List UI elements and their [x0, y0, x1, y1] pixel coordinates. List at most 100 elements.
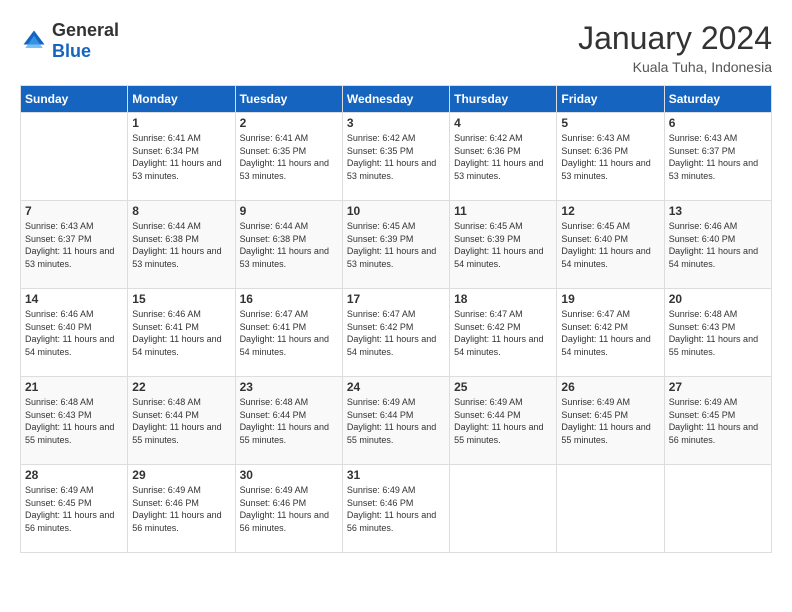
day-info: Sunrise: 6:45 AMSunset: 6:39 PMDaylight:…	[347, 220, 445, 270]
day-number: 30	[240, 468, 338, 482]
calendar-cell: 10Sunrise: 6:45 AMSunset: 6:39 PMDayligh…	[342, 201, 449, 289]
day-info: Sunrise: 6:41 AMSunset: 6:34 PMDaylight:…	[132, 132, 230, 182]
calendar-cell: 11Sunrise: 6:45 AMSunset: 6:39 PMDayligh…	[450, 201, 557, 289]
day-number: 8	[132, 204, 230, 218]
calendar-cell: 29Sunrise: 6:49 AMSunset: 6:46 PMDayligh…	[128, 465, 235, 553]
calendar-cell: 23 Sunrise: 6:48 AMSunset: 6:44 PMDayligh…	[235, 377, 342, 465]
calendar-cell: 20Sunrise: 6:48 AMSunset: 6:43 PMDayligh…	[664, 289, 771, 377]
calendar-cell: 30 Sunrise: 6:49 AMSunset: 6:46 PMDayligh…	[235, 465, 342, 553]
day-info: Sunrise: 6:49 AMSunset: 6:45 PMDaylight:…	[25, 484, 123, 534]
calendar-cell: 13 Sunrise: 6:46 AMSunset: 6:40 PMDayligh…	[664, 201, 771, 289]
day-info: Sunrise: 6:49 AMSunset: 6:45 PMDaylight:…	[669, 396, 767, 446]
calendar-cell: 25 Sunrise: 6:49 AMSunset: 6:44 PMDayligh…	[450, 377, 557, 465]
day-number: 5	[561, 116, 659, 130]
day-info: Sunrise: 6:49 AMSunset: 6:44 PMDaylight:…	[454, 396, 552, 446]
day-number: 6	[669, 116, 767, 130]
calendar-cell: 1 Sunrise: 6:41 AMSunset: 6:34 PMDaylight…	[128, 113, 235, 201]
calendar-week-row: 14 Sunrise: 6:46 AMSunset: 6:40 PMDayligh…	[21, 289, 772, 377]
logo-text: General Blue	[52, 20, 119, 62]
calendar-cell: 7Sunrise: 6:43 AMSunset: 6:37 PMDaylight…	[21, 201, 128, 289]
day-info: Sunrise: 6:47 AMSunset: 6:42 PMDaylight:…	[561, 308, 659, 358]
calendar-cell: 17 Sunrise: 6:47 AMSunset: 6:42 PMDayligh…	[342, 289, 449, 377]
day-number: 24	[347, 380, 445, 394]
weekday-header-row: SundayMondayTuesdayWednesdayThursdayFrid…	[21, 86, 772, 113]
calendar-cell: 9 Sunrise: 6:44 AMSunset: 6:38 PMDaylight…	[235, 201, 342, 289]
calendar-cell: 15Sunrise: 6:46 AMSunset: 6:41 PMDayligh…	[128, 289, 235, 377]
day-info: Sunrise: 6:49 AMSunset: 6:46 PMDaylight:…	[240, 484, 338, 534]
calendar-cell: 8 Sunrise: 6:44 AMSunset: 6:38 PMDaylight…	[128, 201, 235, 289]
calendar-cell: 26 Sunrise: 6:49 AMSunset: 6:45 PMDayligh…	[557, 377, 664, 465]
day-info: Sunrise: 6:47 AMSunset: 6:42 PMDaylight:…	[347, 308, 445, 358]
day-number: 20	[669, 292, 767, 306]
weekday-header-tuesday: Tuesday	[235, 86, 342, 113]
calendar-week-row: 1 Sunrise: 6:41 AMSunset: 6:34 PMDaylight…	[21, 113, 772, 201]
day-number: 12	[561, 204, 659, 218]
day-number: 2	[240, 116, 338, 130]
calendar-cell: 6 Sunrise: 6:43 AMSunset: 6:37 PMDaylight…	[664, 113, 771, 201]
day-info: Sunrise: 6:42 AMSunset: 6:35 PMDaylight:…	[347, 132, 445, 182]
day-info: Sunrise: 6:49 AMSunset: 6:44 PMDaylight:…	[347, 396, 445, 446]
calendar-cell: 14 Sunrise: 6:46 AMSunset: 6:40 PMDayligh…	[21, 289, 128, 377]
weekday-header-wednesday: Wednesday	[342, 86, 449, 113]
calendar-cell: 31Sunrise: 6:49 AMSunset: 6:46 PMDayligh…	[342, 465, 449, 553]
day-info: Sunrise: 6:48 AMSunset: 6:44 PMDaylight:…	[240, 396, 338, 446]
day-info: Sunrise: 6:49 AMSunset: 6:45 PMDaylight:…	[561, 396, 659, 446]
day-info: Sunrise: 6:43 AMSunset: 6:37 PMDaylight:…	[669, 132, 767, 182]
logo-blue: Blue	[52, 41, 91, 61]
day-number: 25	[454, 380, 552, 394]
calendar-cell: 3Sunrise: 6:42 AMSunset: 6:35 PMDaylight…	[342, 113, 449, 201]
logo: General Blue	[20, 20, 119, 62]
day-info: Sunrise: 6:44 AMSunset: 6:38 PMDaylight:…	[132, 220, 230, 270]
page-header: General Blue January 2024 Kuala Tuha, In…	[20, 20, 772, 75]
calendar-cell	[450, 465, 557, 553]
calendar-cell	[557, 465, 664, 553]
day-number: 28	[25, 468, 123, 482]
day-info: Sunrise: 6:47 AMSunset: 6:41 PMDaylight:…	[240, 308, 338, 358]
day-info: Sunrise: 6:46 AMSunset: 6:40 PMDaylight:…	[669, 220, 767, 270]
calendar-week-row: 7Sunrise: 6:43 AMSunset: 6:37 PMDaylight…	[21, 201, 772, 289]
day-info: Sunrise: 6:46 AMSunset: 6:41 PMDaylight:…	[132, 308, 230, 358]
day-number: 19	[561, 292, 659, 306]
logo-general: General	[52, 20, 119, 40]
calendar-cell: 2 Sunrise: 6:41 AMSunset: 6:35 PMDaylight…	[235, 113, 342, 201]
day-info: Sunrise: 6:41 AMSunset: 6:35 PMDaylight:…	[240, 132, 338, 182]
calendar-cell: 16 Sunrise: 6:47 AMSunset: 6:41 PMDayligh…	[235, 289, 342, 377]
day-info: Sunrise: 6:47 AMSunset: 6:42 PMDaylight:…	[454, 308, 552, 358]
day-info: Sunrise: 6:42 AMSunset: 6:36 PMDaylight:…	[454, 132, 552, 182]
day-info: Sunrise: 6:45 AMSunset: 6:40 PMDaylight:…	[561, 220, 659, 270]
logo-icon	[20, 27, 48, 55]
day-number: 22	[132, 380, 230, 394]
weekday-header-monday: Monday	[128, 86, 235, 113]
day-number: 23	[240, 380, 338, 394]
day-number: 26	[561, 380, 659, 394]
calendar-cell: 12 Sunrise: 6:45 AMSunset: 6:40 PMDayligh…	[557, 201, 664, 289]
weekday-header-thursday: Thursday	[450, 86, 557, 113]
day-number: 9	[240, 204, 338, 218]
calendar-cell	[21, 113, 128, 201]
calendar-cell	[664, 465, 771, 553]
day-number: 13	[669, 204, 767, 218]
day-info: Sunrise: 6:49 AMSunset: 6:46 PMDaylight:…	[347, 484, 445, 534]
day-info: Sunrise: 6:46 AMSunset: 6:40 PMDaylight:…	[25, 308, 123, 358]
day-info: Sunrise: 6:48 AMSunset: 6:43 PMDaylight:…	[25, 396, 123, 446]
month-year: January 2024	[578, 20, 772, 57]
day-info: Sunrise: 6:43 AMSunset: 6:36 PMDaylight:…	[561, 132, 659, 182]
title-block: January 2024 Kuala Tuha, Indonesia	[578, 20, 772, 75]
calendar-cell: 18 Sunrise: 6:47 AMSunset: 6:42 PMDayligh…	[450, 289, 557, 377]
day-info: Sunrise: 6:48 AMSunset: 6:44 PMDaylight:…	[132, 396, 230, 446]
weekday-header-saturday: Saturday	[664, 86, 771, 113]
day-number: 27	[669, 380, 767, 394]
day-number: 21	[25, 380, 123, 394]
calendar-cell: 21 Sunrise: 6:48 AMSunset: 6:43 PMDayligh…	[21, 377, 128, 465]
calendar-table: SundayMondayTuesdayWednesdayThursdayFrid…	[20, 85, 772, 553]
day-number: 18	[454, 292, 552, 306]
day-number: 1	[132, 116, 230, 130]
day-number: 16	[240, 292, 338, 306]
day-info: Sunrise: 6:44 AMSunset: 6:38 PMDaylight:…	[240, 220, 338, 270]
day-number: 17	[347, 292, 445, 306]
day-info: Sunrise: 6:49 AMSunset: 6:46 PMDaylight:…	[132, 484, 230, 534]
day-number: 14	[25, 292, 123, 306]
weekday-header-friday: Friday	[557, 86, 664, 113]
calendar-cell: 22 Sunrise: 6:48 AMSunset: 6:44 PMDayligh…	[128, 377, 235, 465]
day-number: 7	[25, 204, 123, 218]
